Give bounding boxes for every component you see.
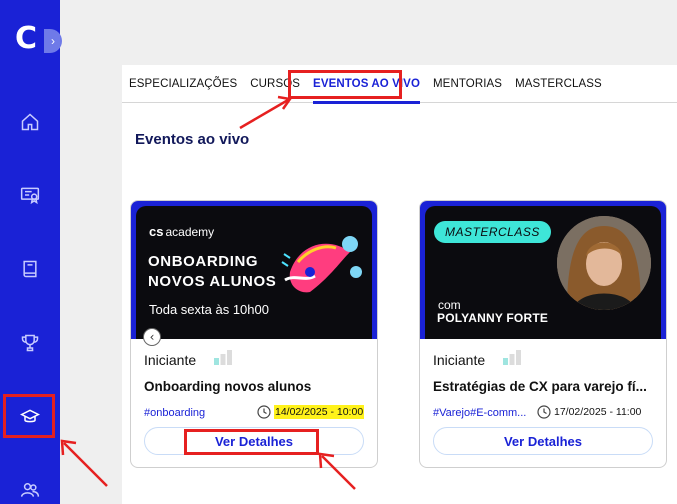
speaker-name: POLYANNY FORTE <box>437 311 549 325</box>
clock-icon <box>537 405 551 419</box>
chevron-left-icon: ‹ <box>149 330 155 344</box>
chevron-right-icon: › <box>51 34 55 48</box>
event-date-text: 14/02/2025 - 10:00 <box>274 405 365 419</box>
highlight-box-button <box>184 429 319 455</box>
sidebar-collapse-button[interactable]: › <box>44 29 62 53</box>
event-banner: cs academy ONBOARDING NOVOS ALUNOS Toda s… <box>131 201 377 339</box>
event-title: Onboarding novos alunos <box>144 379 312 394</box>
banner-com-label: com <box>438 298 461 312</box>
event-card[interactable]: MASTERCLASS com POLYANNY FORTE Iniciante… <box>419 200 667 468</box>
arrow-to-sidebar <box>60 439 108 487</box>
tab-especializacoes[interactable]: ESPECIALIZAÇÕES <box>129 65 237 103</box>
cs-academy-logo: cs academy <box>149 224 215 239</box>
level-bars-icon <box>503 350 521 365</box>
sidebar-item-certificate[interactable] <box>18 183 42 207</box>
event-date: 14/02/2025 - 10:00 <box>257 405 365 419</box>
event-banner: MASTERCLASS com POLYANNY FORTE <box>420 201 666 339</box>
speaker-avatar <box>557 216 651 310</box>
level-label: Iniciante <box>144 352 197 368</box>
banner-subtitle: Toda sexta às 10h00 <box>149 302 269 317</box>
event-date: 17/02/2025 - 11:00 <box>537 405 641 419</box>
sidebar-item-community[interactable] <box>18 478 42 502</box>
banner-image: cs academy ONBOARDING NOVOS ALUNOS Toda s… <box>136 206 372 339</box>
sidebar-item-home[interactable] <box>18 110 42 134</box>
home-icon <box>21 113 39 131</box>
clock-icon <box>257 405 271 419</box>
highlight-box-courses <box>3 394 55 438</box>
book-icon <box>23 260 37 278</box>
banner-title: ONBOARDING NOVOS ALUNOS <box>148 253 277 290</box>
event-card[interactable]: cs academy ONBOARDING NOVOS ALUNOS Toda s… <box>130 200 378 468</box>
event-date-text: 17/02/2025 - 11:00 <box>554 406 642 418</box>
level-label: Iniciante <box>433 352 486 368</box>
rocket-illustration <box>281 236 362 293</box>
tab-mentorias[interactable]: MENTORIAS <box>433 65 502 103</box>
sidebar-item-book[interactable] <box>18 257 42 281</box>
trophy-icon <box>21 334 39 352</box>
banner-image: MASTERCLASS com POLYANNY FORTE <box>425 206 661 339</box>
certificate-icon <box>20 187 40 205</box>
sidebar: C › <box>0 0 62 504</box>
sidebar-item-trophy[interactable] <box>18 331 42 355</box>
event-tag[interactable]: #onboarding <box>144 407 205 419</box>
level-bars-icon <box>214 350 232 365</box>
highlight-box-tab <box>288 70 402 99</box>
event-title: Estratégias de CX para varejo fí... <box>433 379 647 394</box>
section-title: Eventos ao vivo <box>135 131 250 148</box>
carousel-prev-button[interactable]: ‹ <box>143 328 161 346</box>
masterclass-badge: MASTERCLASS <box>434 221 551 243</box>
tab-masterclass[interactable]: MASTERCLASS <box>515 65 602 103</box>
ver-detalhes-button[interactable]: Ver Detalhes <box>433 427 653 455</box>
users-icon <box>20 483 40 497</box>
cs-logo[interactable]: C <box>15 24 41 54</box>
event-tag[interactable]: #Varejo#E-comm... <box>433 407 526 419</box>
